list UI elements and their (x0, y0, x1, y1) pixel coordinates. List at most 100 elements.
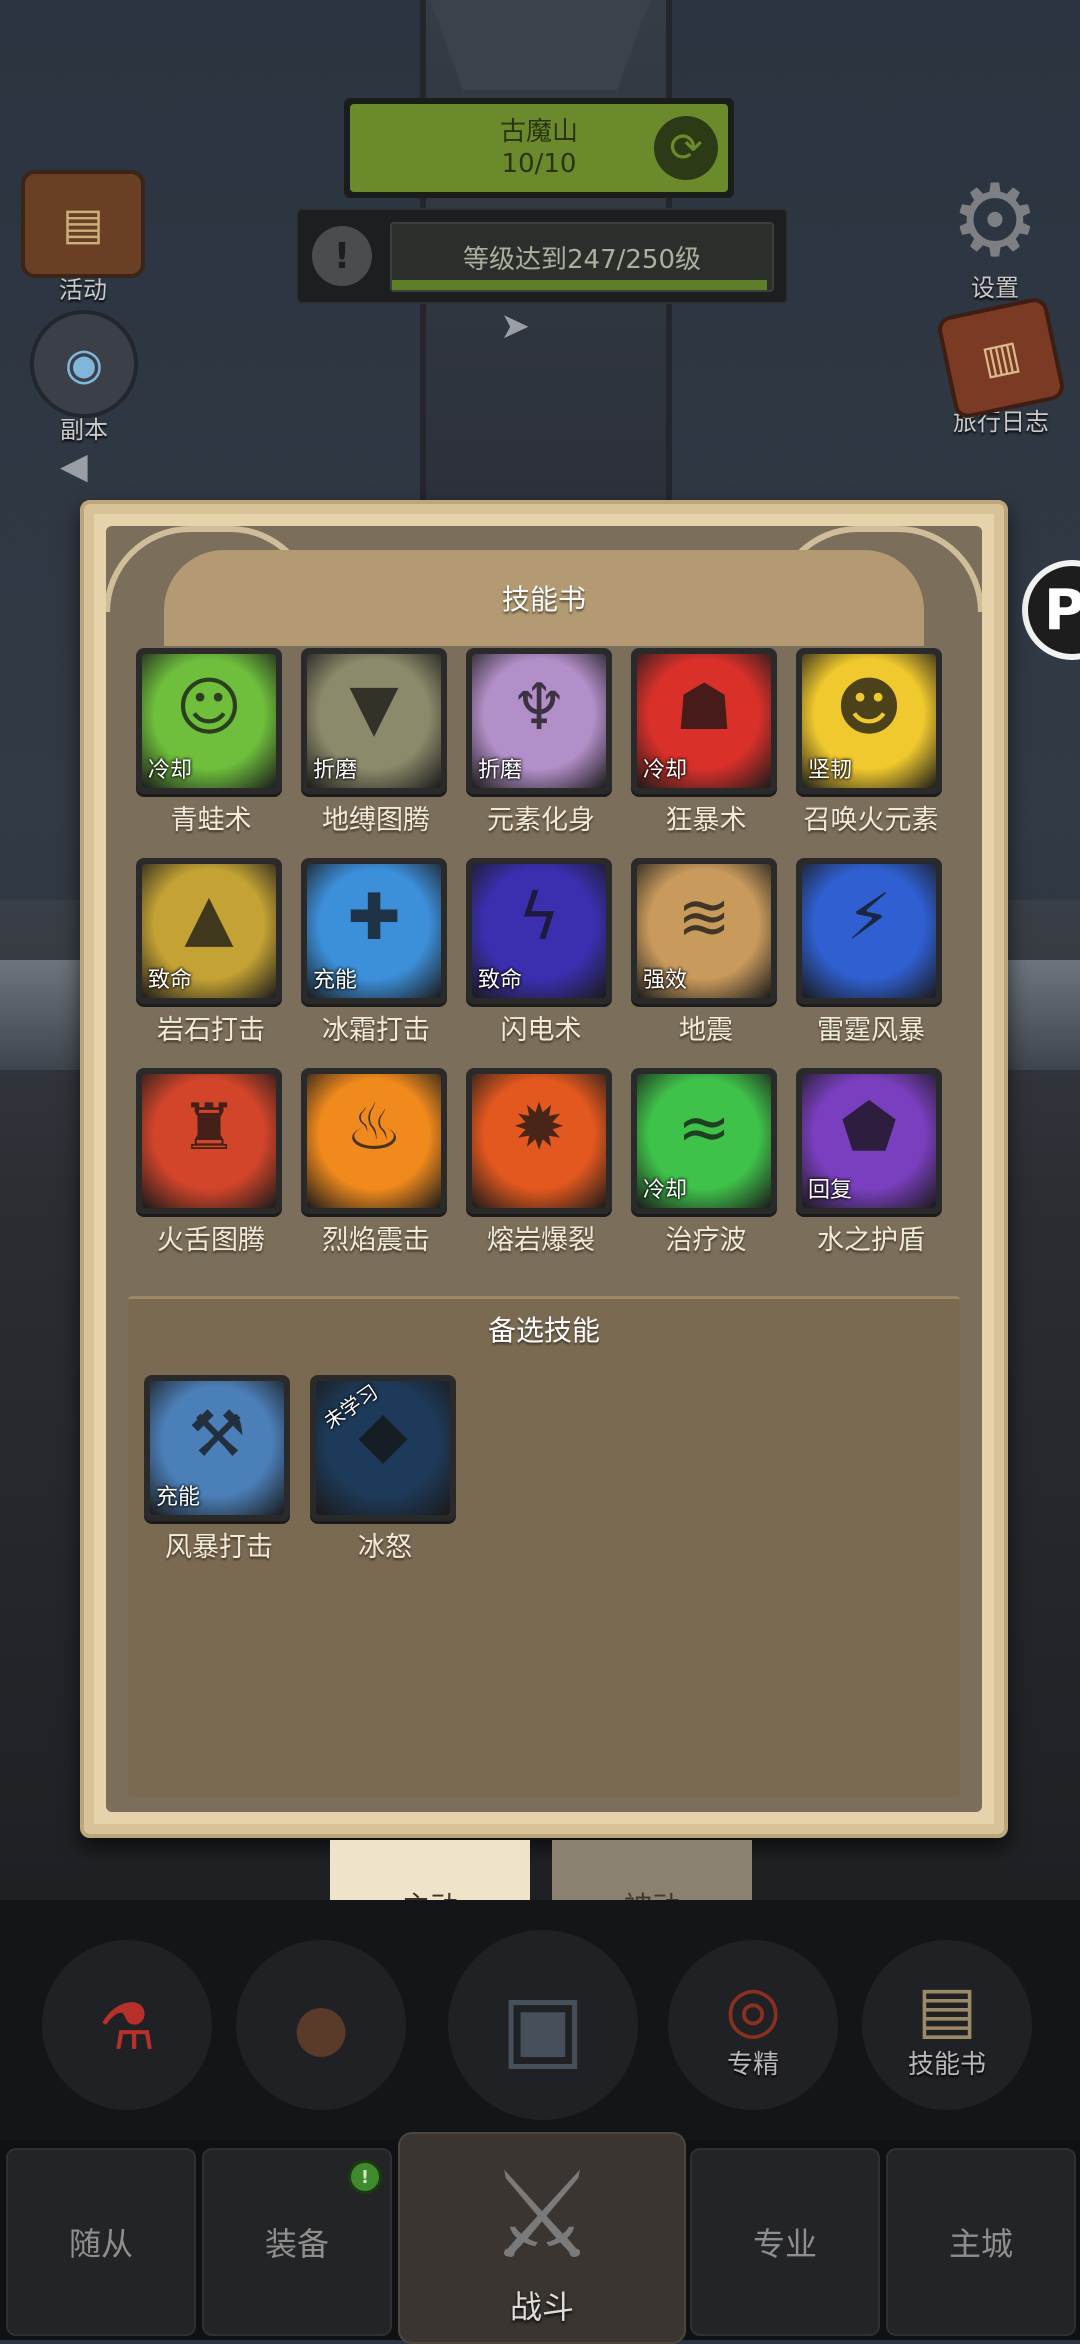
skill-name: 地震 (679, 1015, 733, 1046)
nav-followers[interactable]: 随从 (6, 2148, 196, 2336)
skill-tile[interactable]: ▼ 折磨地缚图腾 (301, 648, 451, 837)
skill-tile[interactable]: ♆ 折磨元素化身 (466, 648, 616, 837)
skill-name: 水之护盾 (817, 1225, 925, 1256)
skill-glyph: ♆ (510, 671, 568, 745)
food-button[interactable]: ● (236, 1940, 406, 2110)
skill-tile[interactable]: ♜ 火舌图腾 (136, 1068, 286, 1257)
nav-main-city[interactable]: 主城 (886, 2148, 1076, 2336)
skill-name: 元素化身 (487, 805, 595, 836)
panel-header: 技能书 (164, 550, 924, 646)
skill-book-button[interactable]: ▤ 技能书 (862, 1940, 1032, 2110)
flame-shock-icon: ♨ (307, 1074, 441, 1208)
skill-tile[interactable]: ⚡ 雷霆风暴 (796, 858, 946, 1047)
skill-tag: 折磨 (478, 758, 523, 783)
earthbind-totem-icon: ▼ 折磨 (307, 654, 441, 788)
lava-burst-icon: ✹ (472, 1074, 606, 1208)
skill-tile[interactable]: ☻ 坚韧 召唤火元素 (796, 648, 946, 837)
event-scroll-icon: ▤ (21, 170, 145, 278)
frog-icon: ☺ 冷却 (142, 654, 276, 788)
specialization-label[interactable]: 专精 (727, 2044, 779, 2081)
skill-name: 狂暴术 (665, 805, 747, 836)
skill-tile[interactable]: ≈ 冷却治疗波 (631, 1068, 781, 1257)
skill-name: 闪电术 (500, 1015, 582, 1046)
skill-tag: 强效 (643, 968, 688, 993)
skill-tile[interactable]: ✚ 充能冰霜打击 (301, 858, 451, 1047)
journal-button[interactable]: ▥ 旅行日志 (928, 295, 1074, 437)
skill-frame: ▼ 折磨 (301, 648, 447, 794)
skill-tile[interactable]: ⬟ 回复 水之护盾 (796, 1068, 946, 1257)
alternate-skills-title: 备选技能 (487, 1314, 600, 1347)
skill-tag: 致命 (478, 968, 523, 993)
skill-tile[interactable]: ≋ 强效地震 (631, 858, 781, 1047)
nav-battle[interactable]: ⚔ 战斗 (398, 2132, 686, 2344)
skill-frame: ♨ (301, 1068, 447, 1214)
specialization-button[interactable]: ◎ 专精 (668, 1940, 838, 2110)
skill-frame: ⚒ 充能 (144, 1375, 290, 1521)
skill-book-label[interactable]: 技能书 (908, 2044, 986, 2081)
nav-battle-label: 战斗 (509, 2288, 574, 2326)
skill-glyph: ⚒ (188, 1398, 246, 1472)
potion-icon: ⚗ (98, 1991, 156, 2065)
earthquake-icon: ≋ 强效 (637, 864, 771, 998)
activity-label: 活动 (59, 276, 107, 304)
skill-name: 熔岩爆裂 (487, 1225, 595, 1256)
treasure-chest-button[interactable]: ▣ (448, 1930, 638, 2120)
skill-tile[interactable]: ▲ 致命 岩石打击 (136, 858, 286, 1047)
skill-tag: 冷却 (148, 758, 193, 783)
skill-name: 青蛙术 (170, 805, 252, 836)
lightning-bolt-icon: ϟ 致命 (472, 864, 606, 998)
skill-glyph: ⚡ (846, 881, 892, 955)
skill-tile[interactable]: ✹ 熔岩爆裂 (466, 1068, 616, 1257)
skill-glyph: ▲ (184, 881, 234, 955)
cycle-icon[interactable]: ⟳ (654, 116, 718, 180)
skill-tile[interactable]: ⚒ 充能 风暴打击 (144, 1375, 294, 1564)
flametongue-totem-icon: ♜ (142, 1074, 276, 1208)
skill-frame: ϟ 致命 (466, 858, 612, 1004)
skill-name: 冰怒 (358, 1532, 412, 1563)
quest-tracker[interactable]: ! 等级达到247/250级 (296, 208, 788, 304)
skill-glyph: ϟ (517, 881, 561, 955)
chevron-left-icon: ◀ (60, 446, 88, 487)
activity-button[interactable]: ▤ 活动 (18, 170, 148, 305)
skill-tag: 充能 (313, 968, 358, 993)
skill-book-icon: ▤ (916, 1972, 978, 2047)
thunderstorm-icon: ⚡ (802, 864, 936, 998)
skill-glyph: ▼ (349, 671, 399, 745)
frost-strike-icon: ✚ 充能 (307, 864, 441, 998)
panel-title: 技能书 (501, 583, 586, 616)
settings-button[interactable]: ⚙ 设置 (930, 166, 1060, 303)
skill-tile[interactable]: ◆ 未学习 冰怒 (310, 1375, 460, 1564)
dungeon-button[interactable]: ◉ 副本 (24, 310, 144, 445)
skill-name: 冰霜打击 (322, 1015, 430, 1046)
skill-tile[interactable]: ☺ 冷却青蛙术 (136, 648, 286, 837)
skill-frame: ✹ (466, 1068, 612, 1214)
potion-button[interactable]: ⚗ (42, 1940, 212, 2110)
elemental-avatar-icon: ♆ 折磨 (472, 654, 606, 788)
background-tower-top (430, 0, 650, 90)
skill-glyph: ✚ (347, 881, 401, 955)
skill-name: 治疗波 (665, 1225, 747, 1256)
skill-glyph: ☺ (175, 671, 243, 745)
chevron-right-icon: ➤ (500, 306, 531, 347)
skill-glyph: ⬟ (841, 1091, 897, 1165)
fire-elemental-icon: ☻ 坚韧 (802, 654, 936, 788)
floating-assist-icon[interactable]: P (1022, 560, 1080, 660)
skill-glyph: ☻ (835, 671, 903, 745)
skill-tile[interactable]: ☗ 冷却 狂暴术 (631, 648, 781, 837)
skill-name: 地缚图腾 (322, 805, 430, 836)
quest-bar: 等级达到247/250级 (390, 222, 774, 292)
skill-tag: 坚韧 (808, 758, 853, 783)
skill-frame: ✚ 充能 (301, 858, 447, 1004)
dungeon-portal-icon: ◉ (30, 310, 138, 418)
skill-frame: ≈ 冷却 (631, 1068, 777, 1214)
nav-profession[interactable]: 专业 (690, 2148, 880, 2336)
stage-panel: 古魔山 10/10 ⟳ (350, 104, 728, 192)
quest-progress-fill (392, 280, 768, 290)
stage-indicator[interactable]: 古魔山 10/10 ⟳ (344, 98, 734, 198)
skill-tag: 充能 (156, 1485, 201, 1510)
skill-name: 雷霆风暴 (817, 1015, 925, 1046)
dungeon-label: 副本 (60, 416, 108, 444)
skill-tile[interactable]: ϟ 致命闪电术 (466, 858, 616, 1047)
skill-tile[interactable]: ♨ 烈焰震击 (301, 1068, 451, 1257)
alternate-skills-section: 备选技能 ⚒ 充能 风暴打击 ◆ 未学习 冰怒 (128, 1296, 960, 1797)
